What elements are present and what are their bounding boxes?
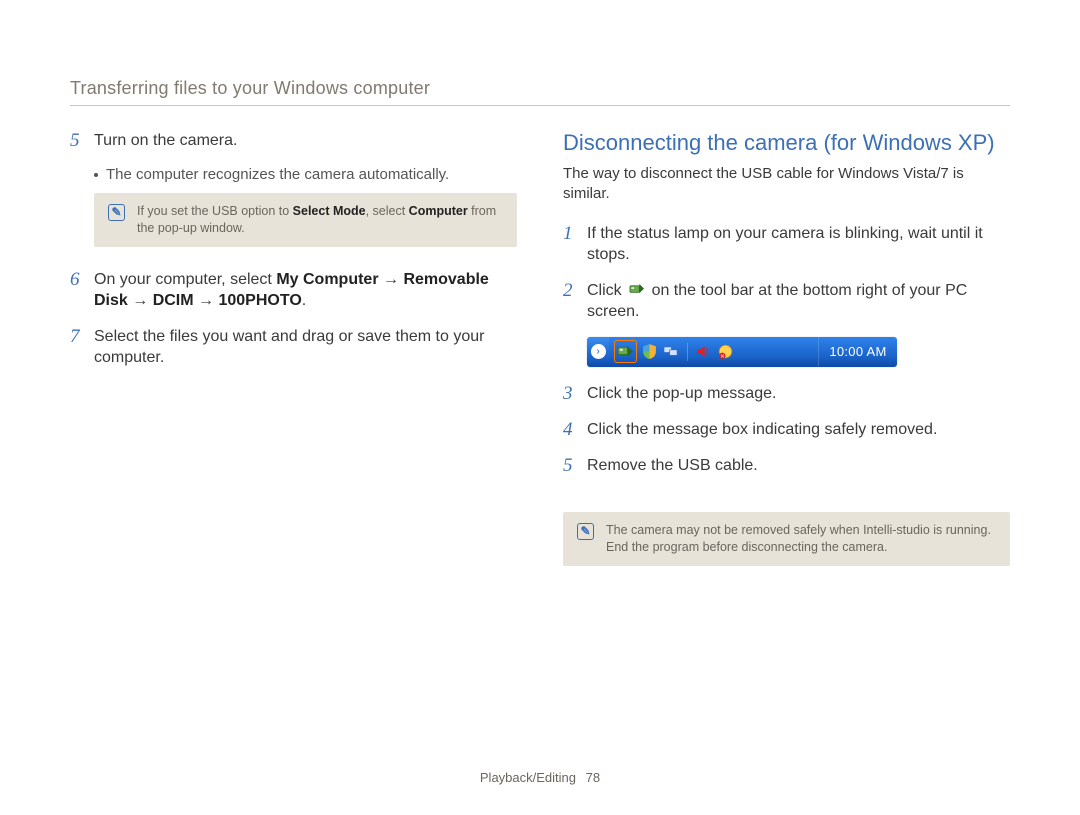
bullet-icon (94, 173, 98, 177)
note-icon: ✎ (108, 204, 125, 221)
disc-step-3: 3 Click the pop-up message. (563, 383, 1010, 405)
bullet-text: The computer recognizes the camera autom… (106, 166, 449, 183)
note-text: The camera may not be removed safely whe… (606, 522, 991, 556)
svg-text:✕: ✕ (720, 354, 724, 360)
note-icon: ✎ (577, 523, 594, 540)
step-text: Turn on the camera. (94, 130, 237, 152)
note-text: If you set the USB option to Select Mode… (137, 203, 503, 237)
page-running-title: Transferring files to your Windows compu… (70, 78, 1010, 99)
shield-icon[interactable] (641, 343, 658, 360)
step-number: 6 (70, 269, 84, 312)
volume-icon[interactable] (695, 343, 712, 360)
disc-step-2: 2 Click on the tool bar at the bottom ri… (563, 280, 1010, 323)
taskbar-illustration: › (587, 337, 897, 367)
header-rule (70, 105, 1010, 106)
step-5-bullet: The computer recognizes the camera autom… (94, 166, 517, 183)
step-text: Remove the USB cable. (587, 455, 758, 477)
system-tray: ✕ (609, 337, 818, 367)
step-text: Click on the tool bar at the bottom righ… (587, 280, 1010, 323)
network-monitors-icon[interactable] (663, 343, 680, 360)
disc-step-1: 1 If the status lamp on your camera is b… (563, 223, 1010, 266)
columns: 5 Turn on the camera. The computer recog… (70, 130, 1010, 588)
step-number: 1 (563, 223, 577, 266)
section-title: Disconnecting the camera (for Windows XP… (563, 130, 1010, 156)
footer-section: Playback/Editing (480, 770, 576, 785)
disc-step-4: 4 Click the message box indicating safel… (563, 419, 1010, 441)
step-5: 5 Turn on the camera. (70, 130, 517, 152)
taskbar-expand-arrow[interactable]: › (587, 337, 609, 367)
tray-divider (687, 343, 688, 361)
step-number: 5 (70, 130, 84, 152)
step-number: 5 (563, 455, 577, 477)
safely-remove-inline-icon (628, 282, 645, 297)
footer-page-number: 78 (586, 770, 600, 785)
step-text: Click the pop-up message. (587, 383, 776, 405)
note-box-usb-mode: ✎ If you set the USB option to Select Mo… (94, 193, 517, 247)
update-icon[interactable]: ✕ (717, 343, 734, 360)
left-column: 5 Turn on the camera. The computer recog… (70, 130, 517, 588)
step-number: 3 (563, 383, 577, 405)
step-number: 2 (563, 280, 577, 323)
safely-remove-hardware-icon[interactable] (615, 341, 636, 362)
step-text: On your computer, select My Computer → R… (94, 269, 517, 312)
step-number: 4 (563, 419, 577, 441)
step-text: Select the files you want and drag or sa… (94, 326, 517, 369)
step-6: 6 On your computer, select My Computer →… (70, 269, 517, 312)
page-footer: Playback/Editing 78 (0, 770, 1080, 785)
step-7: 7 Select the files you want and drag or … (70, 326, 517, 369)
right-column: Disconnecting the camera (for Windows XP… (563, 130, 1010, 588)
step-text: Click the message box indicating safely … (587, 419, 937, 441)
step-text: If the status lamp on your camera is bli… (587, 223, 1010, 266)
disc-step-5: 5 Remove the USB cable. (563, 455, 1010, 477)
chevron-right-icon: › (591, 344, 606, 359)
section-subtitle: The way to disconnect the USB cable for … (563, 164, 1010, 205)
manual-page: Transferring files to your Windows compu… (0, 0, 1080, 815)
taskbar-clock[interactable]: 10:00 AM (818, 337, 897, 367)
step-number: 7 (70, 326, 84, 369)
note-box-intelli-studio: ✎ The camera may not be removed safely w… (563, 512, 1010, 566)
